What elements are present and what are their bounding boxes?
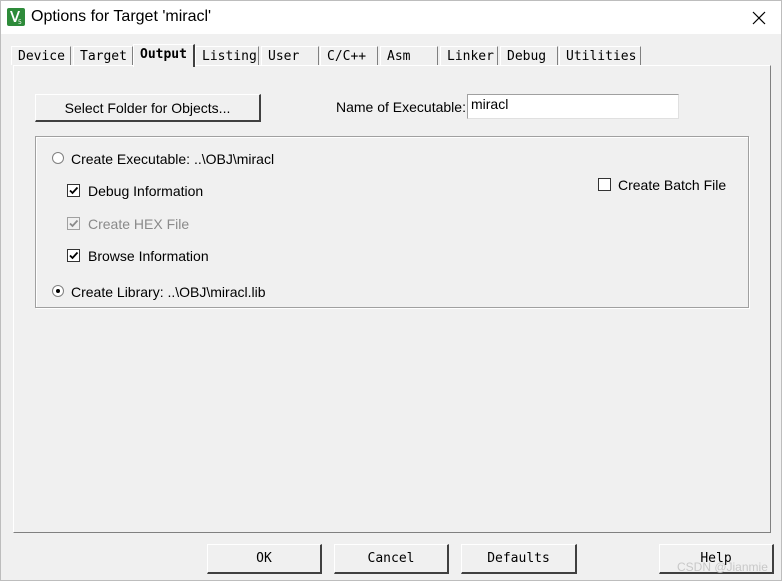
create-hex-file-checkbox [67,217,80,230]
create-executable-label[interactable]: Create Executable: ..\OBJ\miracl [71,151,274,167]
tab-listing[interactable]: Listing [195,46,259,65]
checkmark-icon [69,219,79,228]
title-bar[interactable]: 5 Options for Target 'miracl' [1,1,781,34]
name-of-executable-input[interactable]: miracl [467,94,679,119]
watermark-text: CSDN @Jianmie [677,560,768,574]
tab-debug[interactable]: Debug [500,46,558,65]
debug-information-label[interactable]: Debug Information [88,183,203,199]
browse-information-checkbox[interactable] [67,249,80,262]
create-batch-file-label[interactable]: Create Batch File [618,177,726,193]
debug-information-checkbox[interactable] [67,184,80,197]
checkmark-icon [69,251,79,260]
tab-output[interactable]: Output [133,44,195,67]
defaults-button[interactable]: Defaults [461,544,577,574]
radio-selected-dot [56,289,60,293]
tab-c-cpp[interactable]: C/C++ [320,46,378,65]
svg-text:5: 5 [18,19,22,26]
create-hex-file-label: Create HEX File [88,216,190,232]
close-icon [752,11,766,24]
cancel-button[interactable]: Cancel [334,544,449,574]
tab-device[interactable]: Device [11,46,71,65]
select-folder-button[interactable]: Select Folder for Objects... [35,94,261,122]
tab-user[interactable]: User [261,46,319,65]
tab-utilities[interactable]: Utilities [559,46,641,65]
ok-button[interactable]: OK [207,544,322,574]
window-title: Options for Target 'miracl' [31,8,212,25]
create-executable-radio[interactable] [52,152,64,164]
close-button[interactable] [737,1,781,34]
name-of-executable-label: Name of Executable: [336,99,466,115]
checkmark-icon [69,186,79,195]
options-dialog: 5 Options for Target 'miracl' Device Tar… [0,0,782,581]
tab-target[interactable]: Target [73,46,133,65]
tab-asm[interactable]: Asm [380,46,438,65]
keil-uvision-icon: 5 [7,8,25,26]
create-library-radio[interactable] [52,285,64,297]
tab-linker[interactable]: Linker [440,46,498,65]
create-batch-file-checkbox[interactable] [598,178,611,191]
browse-information-label[interactable]: Browse Information [88,248,209,264]
create-library-label[interactable]: Create Library: ..\OBJ\miracl.lib [71,284,266,300]
